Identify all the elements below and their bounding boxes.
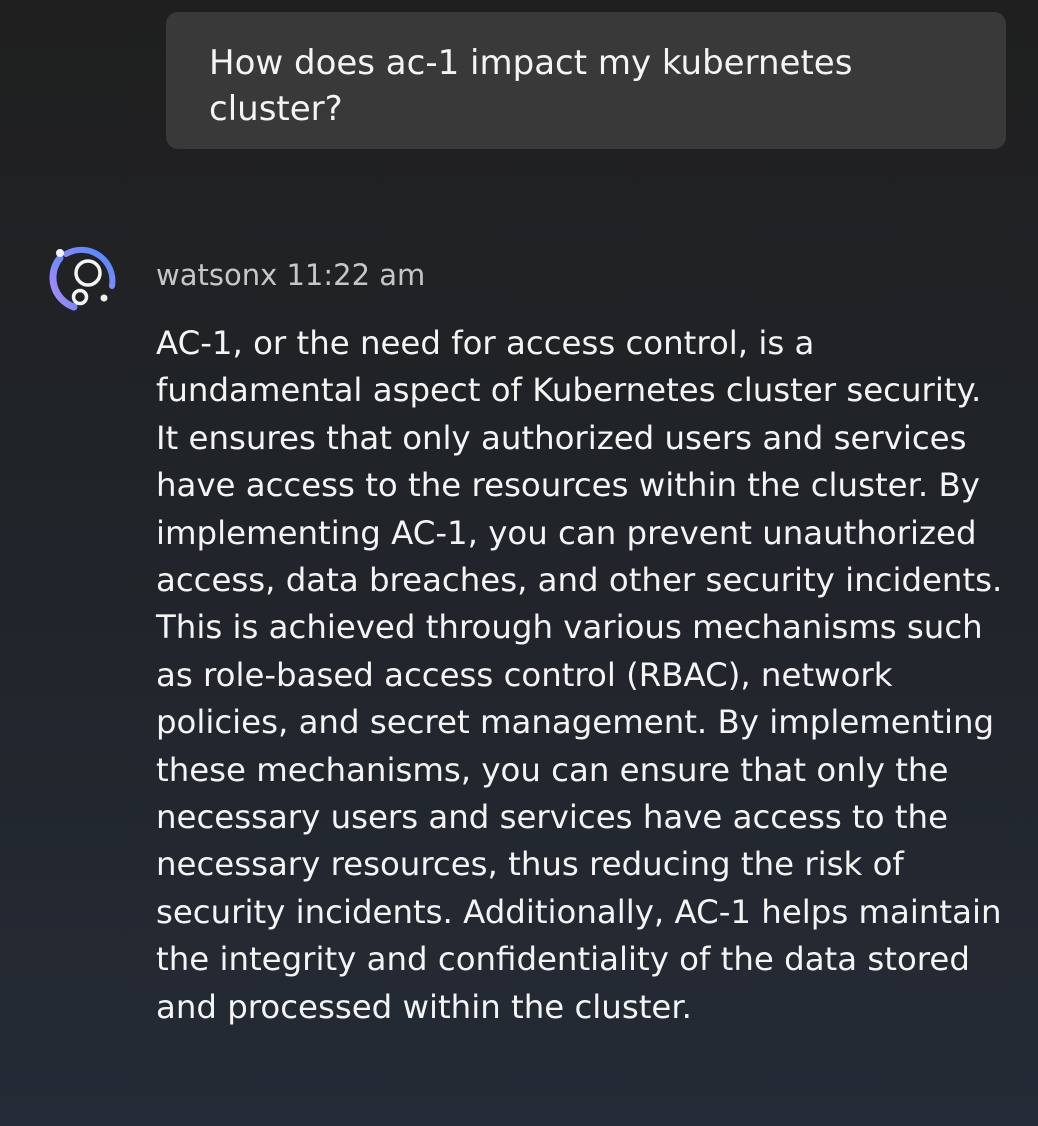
message-meta: watsonx 11:22 am [156, 255, 425, 295]
assistant-response-text: AC-1, or the need for access control, is… [156, 324, 1003, 1026]
watsonx-logo-icon [44, 240, 118, 314]
message-timestamp: 11:22 am [286, 258, 426, 292]
user-message-bubble: How does ac-1 impact my kubernetes clust… [166, 12, 1006, 149]
sender-name: watsonx [156, 258, 278, 292]
user-message-text: How does ac-1 impact my kubernetes clust… [209, 43, 853, 129]
